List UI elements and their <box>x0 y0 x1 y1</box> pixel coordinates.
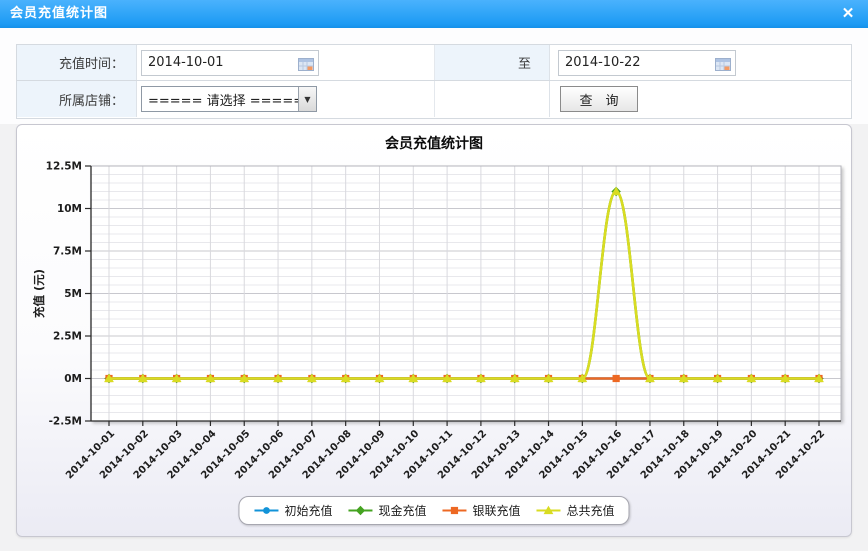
legend-item-total-recharge[interactable]: 总共充值 <box>536 502 615 519</box>
from-date-input[interactable] <box>141 50 319 76</box>
triangle-icon <box>536 504 562 517</box>
legend-item-initial-recharge[interactable]: 初始充值 <box>253 502 332 519</box>
legend-item-cash-recharge[interactable]: 现金充值 <box>347 502 426 519</box>
chevron-down-icon[interactable]: ▼ <box>298 87 316 111</box>
diamond-icon <box>347 504 373 517</box>
shop-select-value: ===== 请选择 ===== <box>142 90 298 109</box>
filter-table: 充值时间： 至 <box>16 44 852 119</box>
to-date-cell <box>550 45 851 80</box>
query-cell: 查 询 <box>550 81 851 117</box>
shop-select[interactable]: ===== 请选择 ===== ▼ <box>141 86 317 112</box>
legend-label: 总共充值 <box>567 502 615 519</box>
circle-icon <box>253 504 279 517</box>
to-label: 至 <box>518 53 531 72</box>
from-date-cell <box>137 45 435 80</box>
recharge-time-label-cell: 充值时间： <box>17 45 137 80</box>
chart-panel: 会员充值统计图 12.5M10M7.5M5M2.5M0M-2.5M2014-10… <box>16 124 852 537</box>
legend-item-unionpay-recharge[interactable]: 银联充值 <box>442 502 521 519</box>
calendar-icon[interactable] <box>715 56 731 75</box>
shop-select-cell: ===== 请选择 ===== ▼ <box>137 81 435 117</box>
empty-cell <box>435 81 550 117</box>
filter-row-shop: 所属店铺： ===== 请选择 ===== ▼ 查 询 <box>17 81 851 117</box>
window-title: 会员充值统计图 <box>10 0 108 28</box>
square-icon <box>442 504 468 517</box>
recharge-time-label: 充值时间： <box>59 53 124 72</box>
to-label-cell: 至 <box>435 45 550 80</box>
svg-text:-2.5M: -2.5M <box>49 416 82 428</box>
to-date-input[interactable] <box>558 50 736 76</box>
query-button[interactable]: 查 询 <box>560 86 638 112</box>
recharge-chart: 12.5M10M7.5M5M2.5M0M-2.5M2014-10-012014-… <box>17 125 851 536</box>
legend-label: 银联充值 <box>473 502 521 519</box>
shop-label-cell: 所属店铺： <box>17 81 137 117</box>
filter-row-dates: 充值时间： 至 <box>17 45 851 81</box>
chart-legend: 初始充值 现金充值 银联充值 总共充值 <box>238 496 629 525</box>
legend-label: 初始充值 <box>284 502 332 519</box>
svg-text:5M: 5M <box>64 288 82 300</box>
svg-text:0M: 0M <box>64 373 82 385</box>
window-titlebar: 会员充值统计图 ✕ <box>0 0 868 28</box>
svg-text:10M: 10M <box>57 203 82 215</box>
close-icon[interactable]: ✕ <box>839 5 857 23</box>
svg-text:7.5M: 7.5M <box>53 246 82 258</box>
svg-text:2.5M: 2.5M <box>53 331 82 343</box>
shop-label: 所属店铺： <box>59 90 124 109</box>
calendar-icon[interactable] <box>298 56 314 75</box>
svg-text:12.5M: 12.5M <box>46 161 82 173</box>
legend-label: 现金充值 <box>378 502 426 519</box>
svg-text:充值 (元): 充值 (元) <box>32 269 46 318</box>
